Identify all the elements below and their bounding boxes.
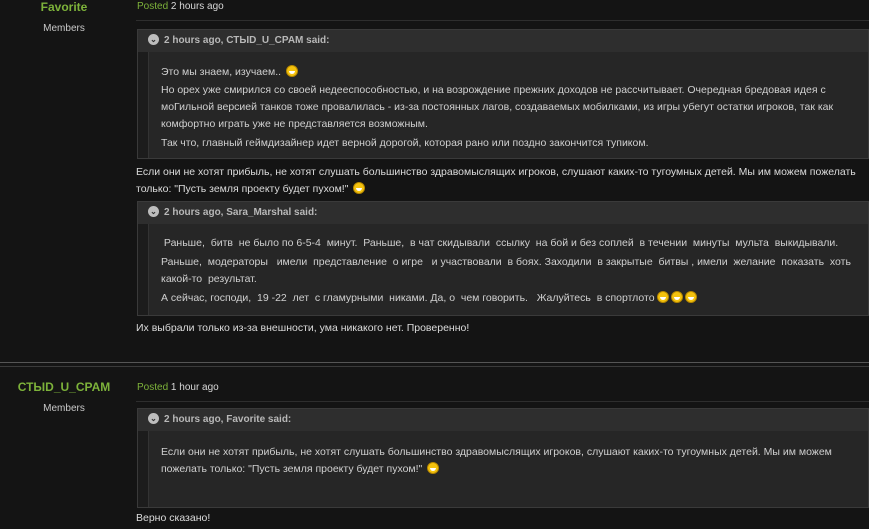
quote-header[interactable]: ⌄ 2 hours ago, Favorite said: — [138, 409, 868, 431]
quote-line: Раньше, модераторы имели представление о… — [161, 256, 851, 268]
post-text: Их выбрали только из-за внешности, ума н… — [136, 320, 863, 337]
post-text: Если они не хотят прибыль, не хотят слуш… — [136, 164, 863, 198]
quote-header[interactable]: ⌄ 2 hours ago, СТЫD_U_CPAM said: — [138, 30, 868, 52]
post-meta: Posted 2 hours ago — [137, 1, 224, 12]
grin-emoji-icon — [670, 291, 683, 303]
posted-label: Posted — [137, 1, 169, 12]
post-text: Верно сказано! — [136, 510, 863, 527]
post-meta: Posted 1 hour ago — [137, 382, 219, 393]
quote-line: моГильной версией танков тоже провалилас… — [161, 101, 834, 113]
grin-emoji-icon — [684, 291, 697, 303]
quote-line: какой-то результат. — [161, 273, 257, 285]
author-group: Members — [43, 403, 85, 414]
quote-line: Так что, главный геймдизайнер идет верно… — [161, 137, 649, 149]
quote-citation: 2 hours ago, Favorite said: — [164, 414, 292, 425]
chevron-down-icon[interactable]: ⌄ — [148, 33, 159, 45]
quote-line: пожелать только: "Пусть земля проекту бу… — [149, 461, 868, 478]
quote-line: Но орех уже смирился со своей недееспосо… — [161, 84, 826, 96]
post-time[interactable]: 2 hours ago — [171, 1, 224, 12]
chevron-down-icon[interactable]: ⌄ — [148, 205, 159, 217]
author-block: СТЫD_U_CPAM Members — [0, 380, 128, 414]
post-time[interactable]: 1 hour ago — [171, 382, 219, 393]
quote-line: А сейчас, господи, 19 -22 лет с гламурны… — [149, 290, 868, 307]
post-text-line: только: "Пусть земля проекту будет пухом… — [136, 181, 863, 198]
quote-citation: 2 hours ago, СТЫD_U_CPAM said: — [164, 35, 330, 46]
chevron-down-icon[interactable]: ⌄ — [148, 412, 159, 424]
quote-line: Если они не хотят прибыль, не хотят слуш… — [161, 446, 832, 458]
post-text-line: Верно сказано! — [136, 512, 211, 524]
quote-line: Это мы знаем, изучаем.. — [149, 64, 868, 81]
quote-body: Это мы знаем, изучаем.. Но орех уже смир… — [148, 52, 868, 158]
author-name[interactable]: СТЫD_U_CPAM — [0, 380, 128, 394]
grin-emoji-icon — [427, 462, 440, 474]
author-name[interactable]: Favorite — [0, 0, 128, 14]
grin-emoji-icon — [285, 65, 298, 77]
quote-header[interactable]: ⌄ 2 hours ago, Sara_Marshal said: — [138, 202, 868, 224]
author-group: Members — [43, 23, 85, 34]
post-2: СТЫD_U_CPAM Members Posted 1 hour ago ⌄ 2… — [0, 368, 869, 529]
quote-block: ⌄ 2 hours ago, Favorite said: Если они не… — [137, 408, 869, 508]
post-text-line: Если они не хотят прибыль, не хотят слуш… — [136, 166, 856, 178]
quote-block: ⌄ 2 hours ago, СТЫD_U_CPAM said: Это мы з… — [137, 29, 869, 159]
quote-body: Раньше, битв не было по 6-5-4 минут. Ран… — [148, 224, 868, 315]
grin-emoji-icon — [656, 291, 669, 303]
quote-line: Раньше, битв не было по 6-5-4 минут. Ран… — [161, 237, 839, 249]
quote-line: комфортно играть уже не представляется в… — [161, 118, 428, 130]
quote-body: Если они не хотят прибыль, не хотят слуш… — [148, 431, 868, 507]
grin-emoji-icon — [353, 182, 366, 194]
meta-divider — [136, 401, 869, 402]
quote-block: ⌄ 2 hours ago, Sara_Marshal said: Раньше,… — [137, 201, 869, 316]
post-text-line: Их выбрали только из-за внешности, ума н… — [136, 322, 470, 334]
meta-divider — [136, 20, 869, 21]
posted-label: Posted — [137, 382, 169, 393]
author-block: Favorite Members — [0, 0, 128, 34]
quote-citation: 2 hours ago, Sara_Marshal said: — [164, 207, 318, 218]
post-1: Favorite Members Posted 2 hours ago ⌄ 2 h… — [0, 0, 869, 362]
